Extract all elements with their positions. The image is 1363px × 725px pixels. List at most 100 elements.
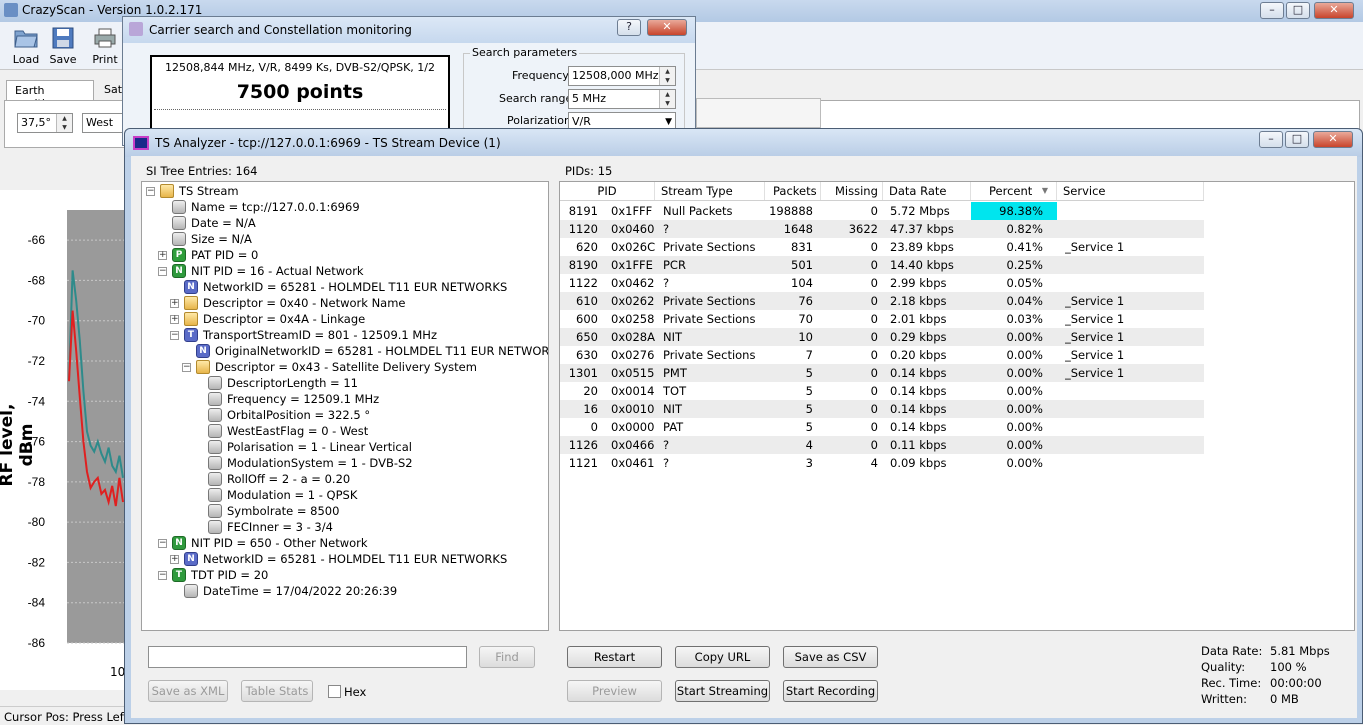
print-label: Print [92, 53, 118, 66]
table-row[interactable]: 16 0x0010 NIT 5 0 0.14 kbps 0.00% [560, 400, 1204, 418]
expand-icon[interactable]: + [170, 299, 179, 308]
col-header-data-rate[interactable]: Data Rate [883, 182, 971, 200]
col-header-missing[interactable]: Missing [821, 182, 883, 200]
si-tree[interactable]: − TS Stream Name = tcp://127.0.0.1:6969 Dat… [141, 181, 549, 631]
cell-pid-dec: 1126 [568, 438, 598, 452]
table-row[interactable]: 20 0x0014 TOT 5 0 0.14 kbps 0.00% [560, 382, 1204, 400]
col-header-packets[interactable]: Packets [765, 182, 821, 200]
cell-missing: 0 [870, 402, 878, 416]
longitude-spinner[interactable]: ▲ ▼ [56, 114, 72, 132]
table-row[interactable]: 630 0x0276 Private Sections 7 0 0.20 kbps 0.00… [560, 346, 1204, 364]
carrier-close-button[interactable]: ✕ [647, 19, 687, 36]
table-n-icon: N [172, 536, 186, 550]
cell-missing: 0 [870, 276, 878, 290]
collapse-icon[interactable]: − [158, 267, 167, 276]
collapse-icon[interactable]: − [182, 363, 191, 372]
table-row[interactable]: 1301 0x0515 PMT 5 0 0.14 kbps 0.00% _Service 1 [560, 364, 1204, 382]
load-button[interactable]: Load [8, 26, 44, 68]
table-row[interactable]: 8190 0x1FFE PCR 501 0 14.40 kbps 0.25% [560, 256, 1204, 274]
pids-label: PIDs: 15 [565, 164, 613, 178]
cell-percent: 98.38% [999, 204, 1043, 218]
table-row[interactable]: 0 0x0000 PAT 5 0 0.14 kbps 0.00% [560, 418, 1204, 436]
col-header-percent[interactable]: Percent ▼ [971, 182, 1057, 200]
cell-percent: 0.25% [1006, 258, 1043, 272]
expand-icon[interactable]: + [170, 315, 179, 324]
collapse-icon[interactable]: − [158, 571, 167, 580]
save-label: Save [49, 53, 77, 66]
col-header-pid[interactable]: PID [560, 182, 655, 200]
search-range-input[interactable]: 5 MHz ▲ ▼ [568, 89, 676, 109]
main-maximize-button[interactable]: □ [1286, 2, 1310, 19]
table-stats-button[interactable]: Table Stats [241, 680, 313, 702]
hex-checkbox[interactable] [328, 685, 341, 698]
preview-button[interactable]: Preview [567, 680, 662, 702]
tree-node-label: Frequency = 12509.1 MHz [227, 392, 380, 406]
carrier-help-button[interactable]: ? [617, 19, 641, 36]
table-row[interactable]: 600 0x0258 Private Sections 70 0 2.01 kbps 0.0… [560, 310, 1204, 328]
find-button[interactable]: Find [479, 646, 535, 668]
ts-maximize-button[interactable]: □ [1285, 131, 1309, 148]
frequency-input[interactable]: 12508,000 MHz ▲ ▼ [568, 66, 676, 86]
cell-pid-hex: 0x0466 [611, 438, 655, 452]
cell-pid-hex: 0x1FFE [611, 258, 653, 272]
sort-desc-icon: ▼ [1041, 186, 1048, 195]
cell-percent: 0.00% [1006, 330, 1043, 344]
copy-url-button[interactable]: Copy URL [675, 646, 770, 668]
ts-close-button[interactable]: ✕ [1313, 131, 1353, 148]
direction-value: West [86, 116, 114, 129]
table-row[interactable]: 620 0x026C Private Sections 831 0 23.89 kbps 0… [560, 238, 1204, 256]
main-minimize-button[interactable]: – [1260, 2, 1284, 19]
restart-button[interactable]: Restart [567, 646, 662, 668]
expand-icon[interactable]: + [158, 251, 167, 260]
table-row[interactable]: 8191 0x1FFF Null Packets 198888 0 5.72 Mbps 98… [560, 202, 1204, 220]
frequency-spinner[interactable]: ▲ ▼ [659, 67, 675, 85]
leaf-node-icon [172, 232, 186, 246]
table-row[interactable]: 1126 0x0466? 4 0 0.11 kbps 0.00% [560, 436, 1204, 454]
polarization-label: Polarization [507, 114, 571, 127]
save-button[interactable]: Save [46, 26, 80, 68]
ts-minimize-button[interactable]: – [1259, 131, 1283, 148]
cell-pid-dec: 1122 [568, 276, 598, 290]
y-tick-label: -80 [28, 515, 46, 529]
quality-label: Quality: [1201, 660, 1246, 674]
leaf-node-icon [208, 472, 222, 486]
cell-rate: 0.14 kbps [890, 384, 947, 398]
leaf-node-icon [184, 584, 198, 598]
col-header-service[interactable]: Service [1057, 182, 1204, 200]
table-row[interactable]: 1122 0x0462? 104 0 2.99 kbps 0.05% [560, 274, 1204, 292]
table-row[interactable]: 1120 0x0460? 1648 3622 47.37 kbps 0.82% [560, 220, 1204, 238]
main-close-button[interactable]: ✕ [1314, 2, 1354, 19]
save-as-xml-button[interactable]: Save as XML [148, 680, 228, 702]
pid-table[interactable]: PID Stream Type Packets Missing Data Rat… [559, 181, 1355, 631]
table-row[interactable]: 1121 0x0461? 3 4 0.09 kbps 0.00% [560, 454, 1204, 472]
quality-value: 100 % [1270, 660, 1307, 674]
expand-icon[interactable]: + [170, 555, 179, 564]
direction-select[interactable]: West [82, 113, 126, 133]
start-streaming-button[interactable]: Start Streaming [675, 680, 770, 702]
search-range-spinner[interactable]: ▲ ▼ [659, 90, 675, 108]
tree-node-label: Modulation = 1 - QPSK [227, 488, 358, 502]
save-as-csv-button[interactable]: Save as CSV [783, 646, 878, 668]
collapse-icon[interactable]: − [170, 331, 179, 340]
cell-type: ? [663, 438, 670, 452]
col-header-stream-type[interactable]: Stream Type [655, 182, 765, 200]
cell-pid-dec: 630 [576, 348, 598, 362]
longitude-input[interactable]: 37,5° ▲ ▼ [17, 113, 73, 133]
collapse-icon[interactable]: − [146, 187, 155, 196]
cell-rate: 0.14 kbps [890, 402, 947, 416]
tab-earth-position[interactable]: Earth position [6, 80, 94, 110]
print-button[interactable]: Print [88, 26, 122, 68]
cell-missing: 0 [870, 366, 878, 380]
table-row[interactable]: 650 0x028A NIT 10 0 0.29 kbps 0.00% _Service 1 [560, 328, 1204, 346]
folder-open-icon [14, 30, 38, 48]
find-input[interactable] [148, 646, 467, 668]
tree-node-label: DateTime = 17/04/2022 20:26:39 [203, 584, 398, 598]
rec-time-value: 00:00:00 [1270, 676, 1322, 690]
tree-node-label: Descriptor = 0x40 - Network Name [203, 296, 406, 310]
collapse-icon[interactable]: − [158, 539, 167, 548]
printer-icon [94, 28, 116, 48]
tree-node-label: Size = N/A [191, 232, 252, 246]
cell-service [1065, 274, 1195, 292]
table-row[interactable]: 610 0x0262 Private Sections 76 0 2.18 kbps 0.0… [560, 292, 1204, 310]
start-recording-button[interactable]: Start Recording [783, 680, 878, 702]
